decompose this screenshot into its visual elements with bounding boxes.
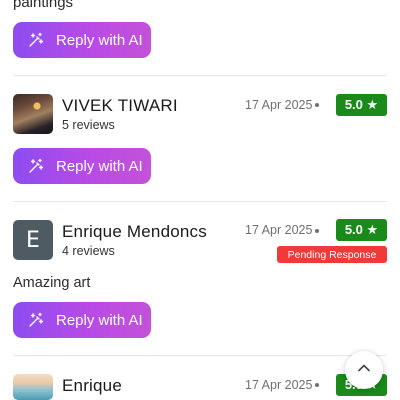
chevron-up-icon xyxy=(357,361,371,380)
rating-badge: 5.0 ★ xyxy=(336,219,387,241)
reviewer-name: VIVEK TIWARI xyxy=(62,96,178,115)
separator-dot xyxy=(315,383,319,387)
status-badge: Pending Response xyxy=(277,246,387,263)
rating-badge: 5.0 ★ xyxy=(336,94,387,116)
review-comment: paintings xyxy=(13,0,74,11)
review-date: 17 Apr 2025 xyxy=(245,98,313,112)
scroll-to-top-button[interactable] xyxy=(345,351,383,389)
reply-with-ai-label: Reply with AI xyxy=(56,311,143,329)
review-count: 5 reviews xyxy=(62,118,115,132)
magic-wand-icon xyxy=(28,312,44,328)
divider xyxy=(13,355,387,356)
reply-with-ai-label: Reply with AI xyxy=(56,157,143,175)
avatar xyxy=(13,94,53,134)
magic-wand-icon xyxy=(28,158,44,174)
avatar: E xyxy=(13,220,53,260)
separator-dot xyxy=(315,229,319,233)
divider xyxy=(13,75,387,76)
reply-with-ai-button[interactable]: Reply with AI xyxy=(13,22,151,58)
reviewer-name: Enrique Mendoncs xyxy=(62,222,207,241)
reply-with-ai-label: Reply with AI xyxy=(56,31,143,49)
review-date: 17 Apr 2025 xyxy=(245,223,313,237)
review-date: 17 Apr 2025 xyxy=(245,378,313,392)
reviewer-name: Enrique xyxy=(62,376,122,395)
avatar xyxy=(13,374,53,400)
reply-with-ai-button[interactable]: Reply with AI xyxy=(13,148,151,184)
magic-wand-icon xyxy=(28,32,44,48)
divider xyxy=(13,201,387,202)
separator-dot xyxy=(315,103,319,107)
review-comment: Amazing art xyxy=(13,275,91,291)
review-count: 4 reviews xyxy=(62,244,115,258)
reply-with-ai-button[interactable]: Reply with AI xyxy=(13,302,151,338)
